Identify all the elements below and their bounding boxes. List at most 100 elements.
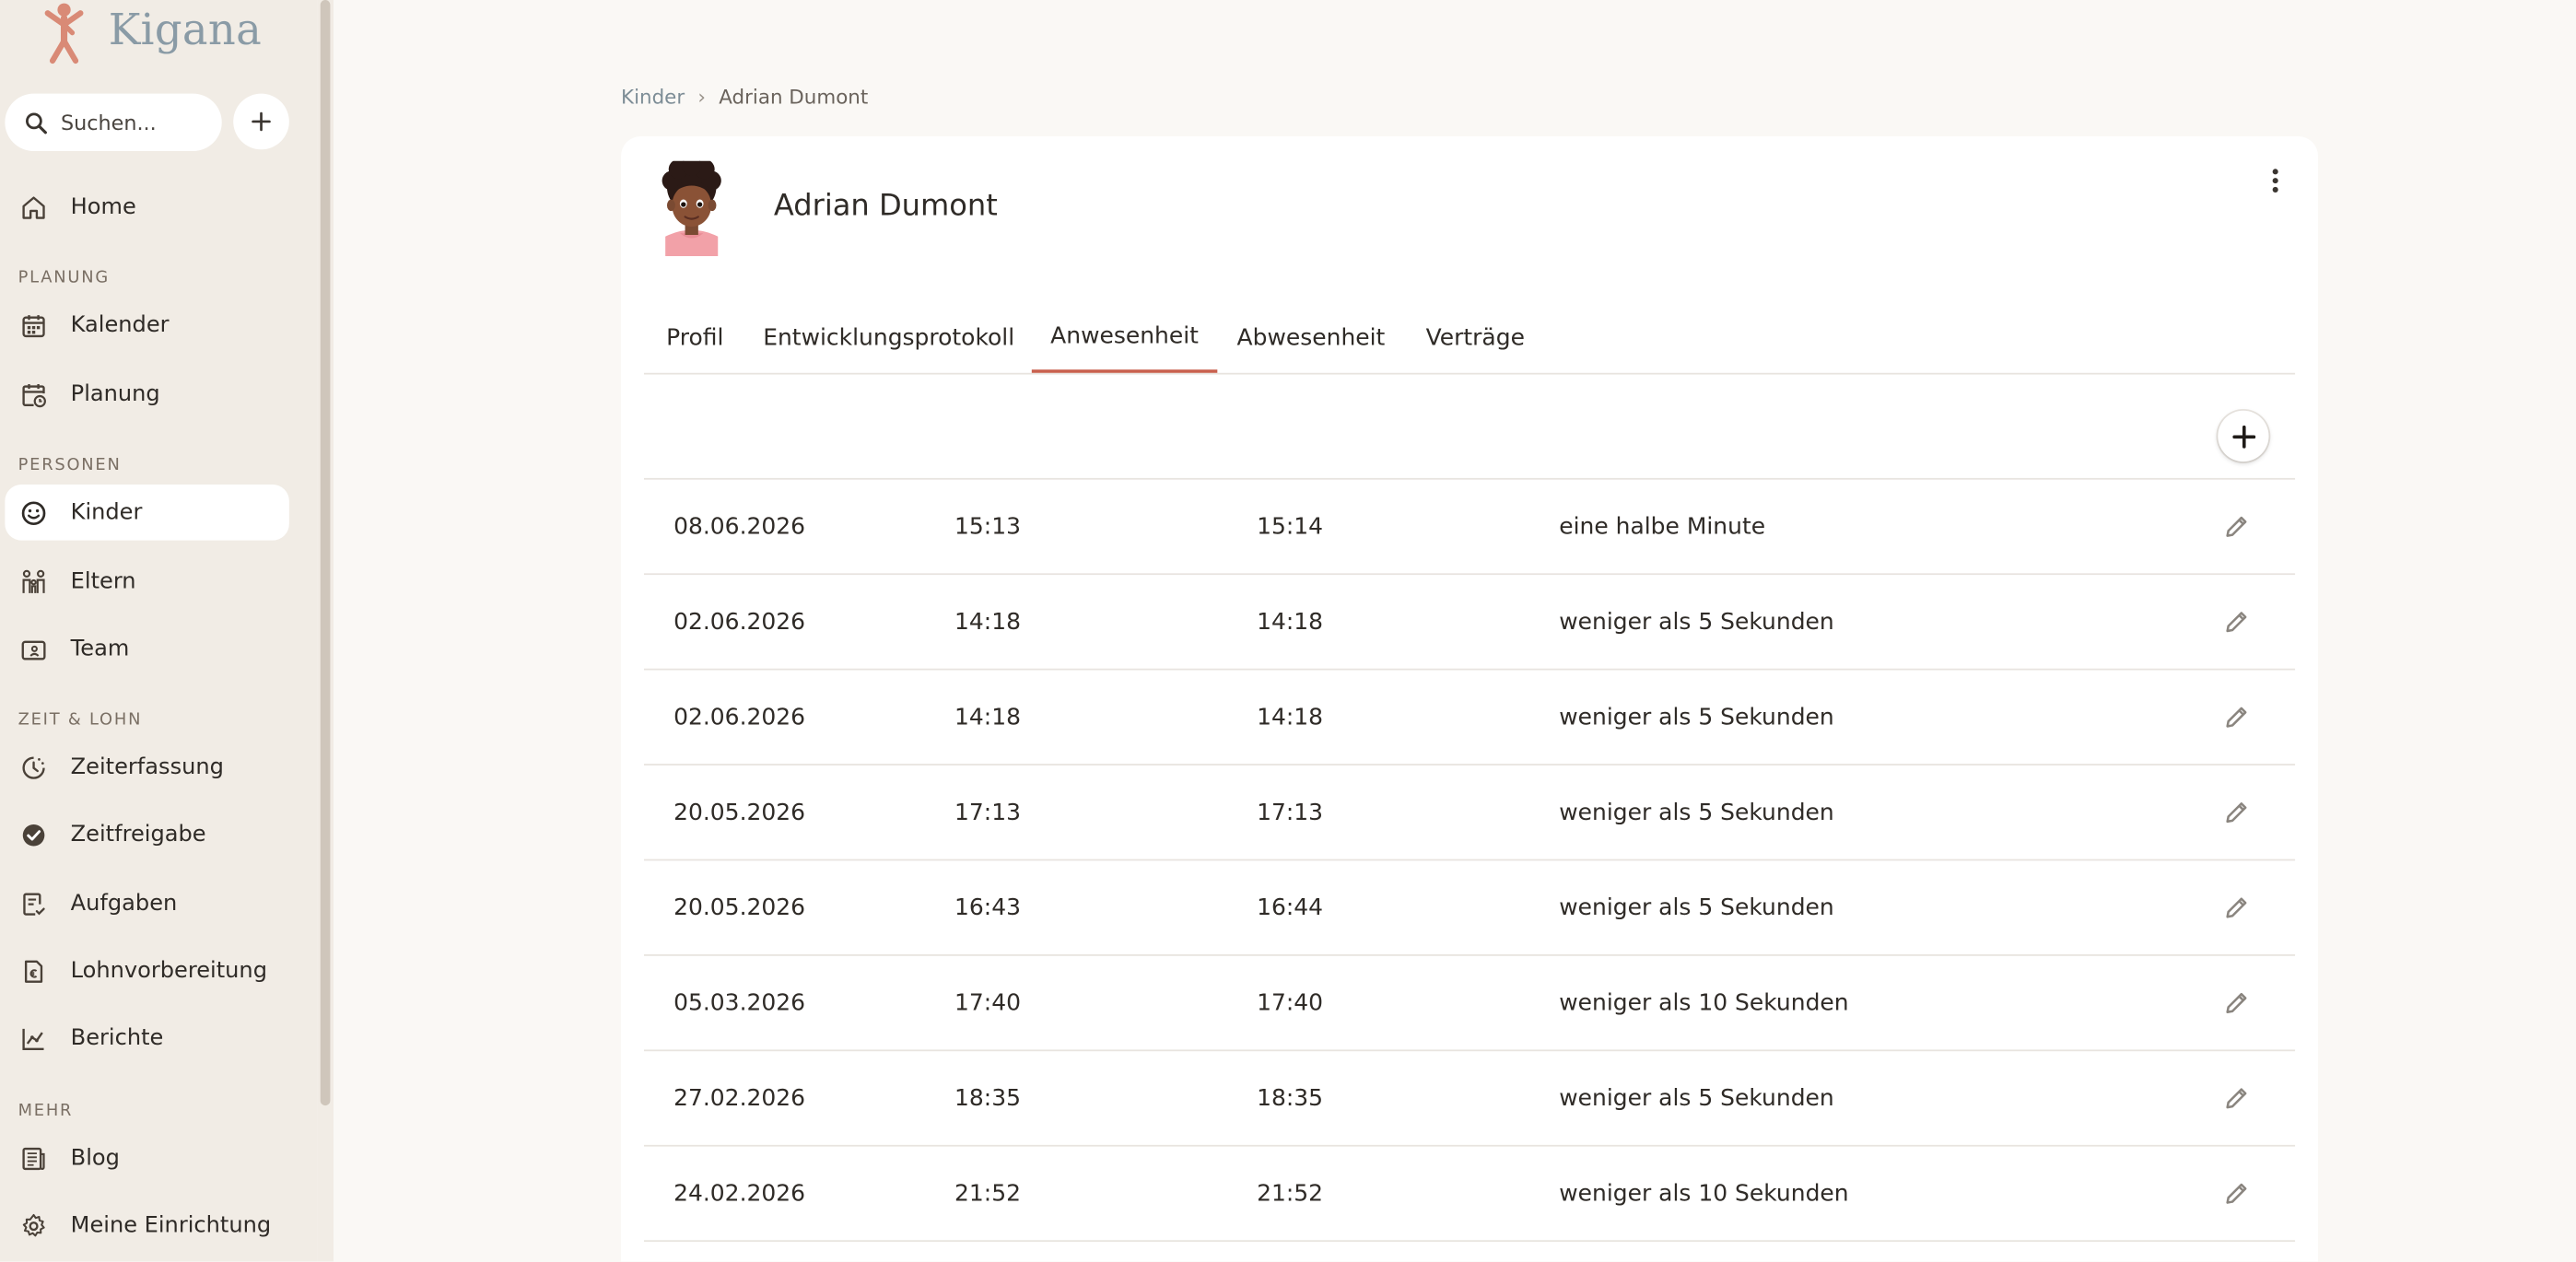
cell-start-time: 14:18 xyxy=(954,704,1021,730)
euro-document-icon xyxy=(19,957,47,985)
table-row: 02.06.2026 14:18 14:18 weniger als 5 Sek… xyxy=(643,671,2296,765)
cell-duration: weniger als 5 Sekunden xyxy=(1559,799,1834,826)
cell-date: 02.06.2026 xyxy=(673,704,806,730)
chart-icon xyxy=(19,1024,47,1052)
cell-date: 05.03.2026 xyxy=(673,989,806,1016)
sidebar-item-label: Zeitfreigabe xyxy=(70,821,206,848)
sidebar-item-planung[interactable]: Planung xyxy=(5,367,288,423)
scrollbar-thumb[interactable] xyxy=(320,0,331,1106)
sidebar-scrollbar[interactable] xyxy=(317,0,334,1262)
clock-history-icon xyxy=(19,754,47,781)
tab-anwesenheit[interactable]: Anwesenheit xyxy=(1031,304,1218,373)
pencil-icon xyxy=(2225,1088,2246,1109)
search-box[interactable] xyxy=(5,93,222,152)
sidebar-item-label: Eltern xyxy=(70,567,136,595)
edit-button[interactable] xyxy=(2221,765,2251,859)
breadcrumb-current: Adrian Dumont xyxy=(719,85,869,109)
section-label-zeit: ZEIT & LOHN xyxy=(18,711,143,730)
pencil-icon xyxy=(2225,1183,2246,1204)
cell-duration: weniger als 5 Sekunden xyxy=(1559,608,1834,636)
sidebar-item-lohnvorbereitung[interactable]: Lohnvorbereitung xyxy=(5,943,288,999)
pencil-icon xyxy=(2225,992,2246,1013)
section-label-mehr: MEHR xyxy=(18,1102,74,1121)
cell-duration: weniger als 10 Sekunden xyxy=(1559,989,1849,1016)
sidebar-item-label: Team xyxy=(70,636,130,662)
child-avatar xyxy=(662,160,721,257)
cell-start-time: 17:13 xyxy=(954,799,1021,826)
sidebar-item-blog[interactable]: Blog xyxy=(5,1130,288,1186)
cell-date: 20.05.2026 xyxy=(673,894,806,921)
tab-vertraege[interactable]: Verträge xyxy=(1405,304,1546,373)
sidebar-item-kinder[interactable]: Kinder xyxy=(5,485,289,541)
table-row: 27.02.2026 18:35 18:35 weniger als 5 Sek… xyxy=(643,1051,2296,1147)
search-icon xyxy=(25,111,47,134)
sidebar-item-label: Kalender xyxy=(70,311,170,339)
sidebar-item-label: Kinder xyxy=(70,499,143,526)
cell-duration: weniger als 5 Sekunden xyxy=(1559,704,1834,730)
tab-bar: Profil Entwicklungsprotokoll Anwesenheit… xyxy=(643,304,2296,375)
edit-button[interactable] xyxy=(2221,1147,2251,1241)
breadcrumb-link-kinder[interactable]: Kinder xyxy=(621,86,685,109)
sidebar-item-kalender[interactable]: Kalender xyxy=(5,298,288,354)
cell-start-time: 14:18 xyxy=(954,608,1021,636)
pencil-icon xyxy=(2225,612,2246,633)
cell-end-time: 14:18 xyxy=(1257,608,1324,636)
cell-end-time: 18:35 xyxy=(1257,1084,1324,1112)
cell-end-time: 16:44 xyxy=(1257,894,1324,921)
cell-date: 20.05.2026 xyxy=(673,799,806,826)
tab-entwicklungsprotokoll[interactable]: Entwicklungsprotokoll xyxy=(746,304,1032,373)
sidebar-item-eltern[interactable]: Eltern xyxy=(5,554,288,610)
edit-button[interactable] xyxy=(2221,1051,2251,1145)
add-attendance-button[interactable] xyxy=(2218,410,2269,462)
edit-button[interactable] xyxy=(2221,575,2251,669)
app-logo[interactable]: Kigana xyxy=(40,0,262,69)
sidebar-item-zeitfreigabe[interactable]: Zeitfreigabe xyxy=(5,807,288,863)
plus-icon xyxy=(252,111,271,132)
sidebar-item-label: Planung xyxy=(70,380,160,408)
cell-end-time: 15:14 xyxy=(1257,513,1324,540)
quick-add-button[interactable] xyxy=(233,93,289,150)
edit-button[interactable] xyxy=(2221,956,2251,1050)
breadcrumb-separator: › xyxy=(697,85,706,109)
sidebar: Kigana Home PLANUNG Kalender xyxy=(0,0,318,1262)
sidebar-item-aufgaben[interactable]: Aufgaben xyxy=(5,875,288,931)
search-input[interactable] xyxy=(60,110,209,135)
tab-profil[interactable]: Profil xyxy=(644,304,746,373)
cell-end-time: 17:13 xyxy=(1257,799,1324,826)
sidebar-item-label: Berichte xyxy=(70,1024,164,1052)
more-options-button[interactable] xyxy=(2259,164,2292,197)
table-row: 02.06.2026 14:18 14:18 weniger als 5 Sek… xyxy=(643,575,2296,671)
edit-button[interactable] xyxy=(2221,860,2251,954)
sidebar-item-zeiterfassung[interactable]: Zeiterfassung xyxy=(5,739,288,795)
sidebar-item-label: Home xyxy=(70,193,136,220)
tab-abwesenheit[interactable]: Abwesenheit xyxy=(1217,304,1404,373)
smiley-icon xyxy=(19,498,47,526)
cell-duration: weniger als 5 Sekunden xyxy=(1559,1084,1834,1112)
breadcrumb: Kinder › Adrian Dumont xyxy=(621,86,868,109)
sidebar-item-berichte[interactable]: Berichte xyxy=(5,1011,288,1067)
cell-end-time: 21:52 xyxy=(1257,1180,1324,1207)
sidebar-item-einrichtung[interactable]: Meine Einrichtung xyxy=(5,1198,288,1254)
cell-duration: weniger als 5 Sekunden xyxy=(1559,894,1834,921)
sidebar-item-label: Blog xyxy=(70,1144,120,1172)
cell-start-time: 15:13 xyxy=(954,513,1021,540)
edit-button[interactable] xyxy=(2221,480,2251,574)
calendar-clock-icon xyxy=(19,380,47,408)
check-circle-icon xyxy=(19,821,47,848)
logo-icon xyxy=(44,3,84,64)
cell-date: 02.06.2026 xyxy=(673,608,806,636)
sidebar-item-team[interactable]: Team xyxy=(5,621,288,677)
sidebar-item-label: Lohnvorbereitung xyxy=(70,957,267,985)
child-name: Adrian Dumont xyxy=(773,189,998,224)
edit-button[interactable] xyxy=(2221,671,2251,765)
cell-start-time: 17:40 xyxy=(954,989,1021,1016)
cell-end-time: 17:40 xyxy=(1257,989,1324,1016)
section-label-personen: PERSONEN xyxy=(18,456,122,475)
table-row: 05.03.2026 17:40 17:40 weniger als 10 Se… xyxy=(643,956,2296,1052)
table-row: 08.06.2026 15:13 15:14 eine halbe Minute xyxy=(643,480,2296,576)
pencil-icon xyxy=(2225,802,2246,824)
cell-date: 24.02.2026 xyxy=(673,1180,806,1207)
table-row: 24.02.2026 21:52 21:52 weniger als 10 Se… xyxy=(643,1147,2296,1243)
sidebar-item-home[interactable]: Home xyxy=(5,179,288,235)
more-vertical-icon xyxy=(2272,169,2278,193)
